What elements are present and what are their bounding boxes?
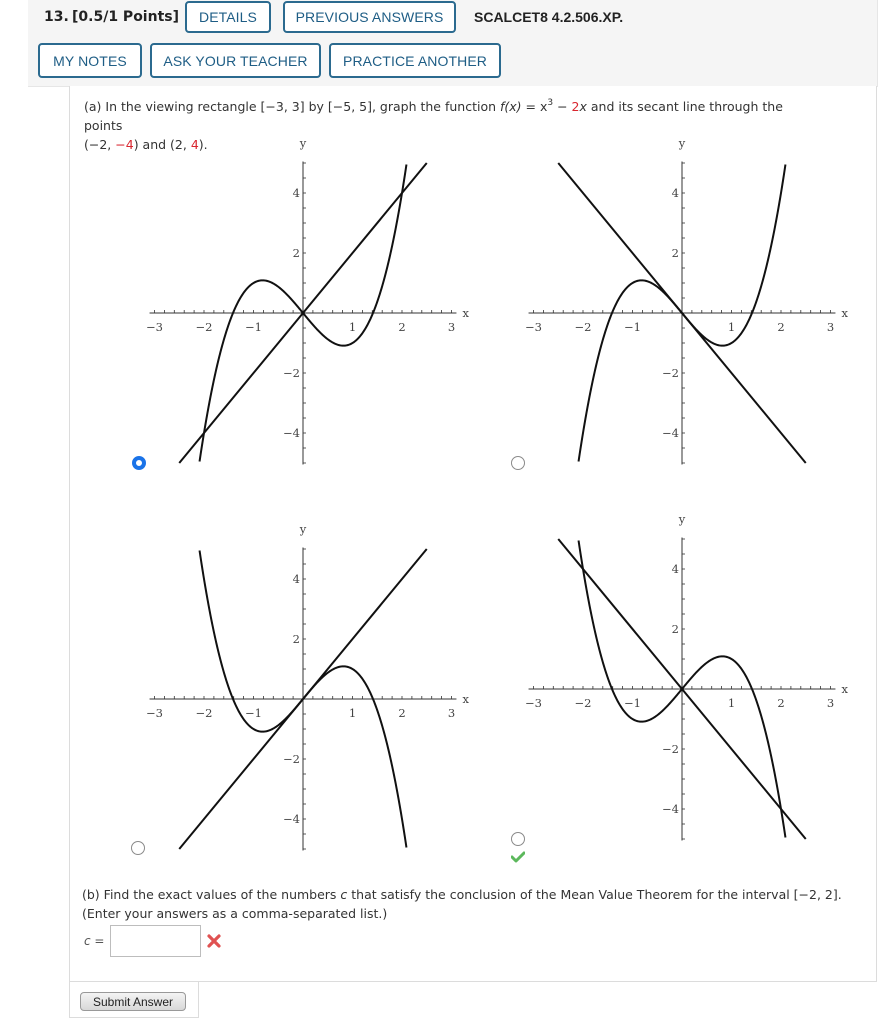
part-b-prompt: (b) Find the exact values of the numbers… — [82, 887, 842, 921]
part-a-prompt: (a) In the viewing rectangle [−3, 3] by … — [84, 98, 783, 152]
question-source: SCALCET8 4.2.506.XP. — [474, 9, 624, 25]
question-number: 13. — [44, 9, 69, 25]
submit-answer-button[interactable]: Submit Answer — [80, 992, 186, 1011]
question-content — [69, 86, 877, 982]
incorrect-x-icon — [207, 934, 221, 948]
c-input-label: c = — [84, 934, 105, 948]
radio-option-c[interactable] — [131, 841, 145, 855]
details-button[interactable]: DETAILS — [185, 1, 271, 33]
correct-check-icon — [511, 851, 525, 863]
my-notes-button[interactable]: MY NOTES — [38, 43, 142, 78]
ask-your-teacher-button[interactable]: ASK YOUR TEACHER — [150, 43, 321, 78]
previous-answers-button[interactable]: PREVIOUS ANSWERS — [283, 1, 456, 33]
radio-option-b[interactable] — [511, 456, 525, 470]
c-answer-input[interactable] — [110, 925, 201, 957]
radio-option-d[interactable] — [511, 832, 525, 846]
practice-another-button[interactable]: PRACTICE ANOTHER — [329, 43, 501, 78]
question-points: [0.5/1 Points] — [72, 9, 179, 25]
radio-option-a[interactable] — [132, 456, 146, 470]
